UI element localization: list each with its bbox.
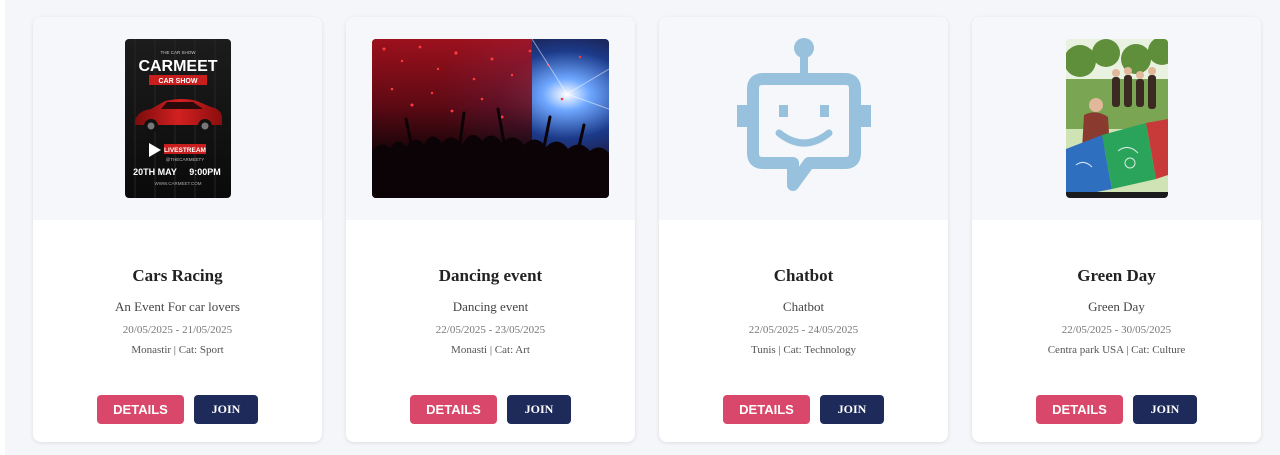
chatbot-robot-icon <box>735 37 873 199</box>
event-image-area: THE CAR SHOW CARMEET CAR SHOW LIVESTREAM <box>33 17 322 220</box>
event-title: Green Day <box>1077 266 1156 285</box>
join-button[interactable]: JOIN <box>1133 395 1197 424</box>
poster-live-text: LIVESTREAM <box>164 147 206 154</box>
car-show-poster-image: THE CAR SHOW CARMEET CAR SHOW LIVESTREAM <box>125 39 231 198</box>
event-location-category: Monasti | Cat: Art <box>451 344 530 356</box>
event-image-area <box>659 17 948 220</box>
poster-url-text: WWW.CARMEET.COM <box>155 181 202 186</box>
event-image-area <box>972 17 1261 220</box>
event-image-area <box>346 17 635 220</box>
event-description: Green Day <box>1088 299 1145 314</box>
event-dates: 22/05/2025 - 24/05/2025 <box>748 324 859 336</box>
event-dates: 22/05/2025 - 23/05/2025 <box>435 324 546 336</box>
events-grid: THE CAR SHOW CARMEET CAR SHOW LIVESTREAM <box>5 0 1280 455</box>
concert-crowd-image <box>372 39 609 198</box>
details-button[interactable]: DETAILS <box>97 395 184 424</box>
details-button[interactable]: DETAILS <box>410 395 497 424</box>
event-dates: 20/05/2025 - 21/05/2025 <box>122 324 233 336</box>
join-button[interactable]: JOIN <box>194 395 258 424</box>
event-location-category: Monastir | Cat: Sport <box>131 344 224 356</box>
event-title: Dancing event <box>438 266 543 285</box>
event-location-category: Tunis | Cat: Technology <box>750 344 857 356</box>
event-description: Chatbot <box>782 299 825 314</box>
poster-sub-text: CAR SHOW <box>159 78 198 85</box>
poster-handle-text: @THECARMEETY <box>166 157 205 162</box>
event-card-dancing-event: Dancing event Dancing event 22/05/2025 -… <box>346 17 635 442</box>
poster-small-text: THE CAR SHOW <box>160 50 196 55</box>
event-card-cars-racing: THE CAR SHOW CARMEET CAR SHOW LIVESTREAM <box>33 17 322 442</box>
event-card-chatbot: Chatbot Chatbot 22/05/2025 - 24/05/2025 … <box>659 17 948 442</box>
details-button[interactable]: DETAILS <box>723 395 810 424</box>
event-title: Chatbot <box>773 266 834 285</box>
event-description: An Event For car lovers <box>115 299 240 314</box>
join-button[interactable]: JOIN <box>820 395 884 424</box>
poster-date-text: 20TH MAY <box>133 167 177 177</box>
event-description: Dancing event <box>452 299 529 314</box>
poster-time-text: 9:00PM <box>189 167 221 177</box>
event-dates: 22/05/2025 - 30/05/2025 <box>1061 324 1172 336</box>
join-button[interactable]: JOIN <box>507 395 571 424</box>
details-button[interactable]: DETAILS <box>1036 395 1123 424</box>
poster-brand-text: CARMEET <box>138 58 217 75</box>
event-card-green-day: Green Day Green Day 22/05/2025 - 30/05/2… <box>972 17 1261 442</box>
event-title: Cars Racing <box>132 266 223 285</box>
event-location-category: Centra park USA | Cat: Culture <box>1047 344 1186 356</box>
green-day-photo <box>1066 39 1168 198</box>
